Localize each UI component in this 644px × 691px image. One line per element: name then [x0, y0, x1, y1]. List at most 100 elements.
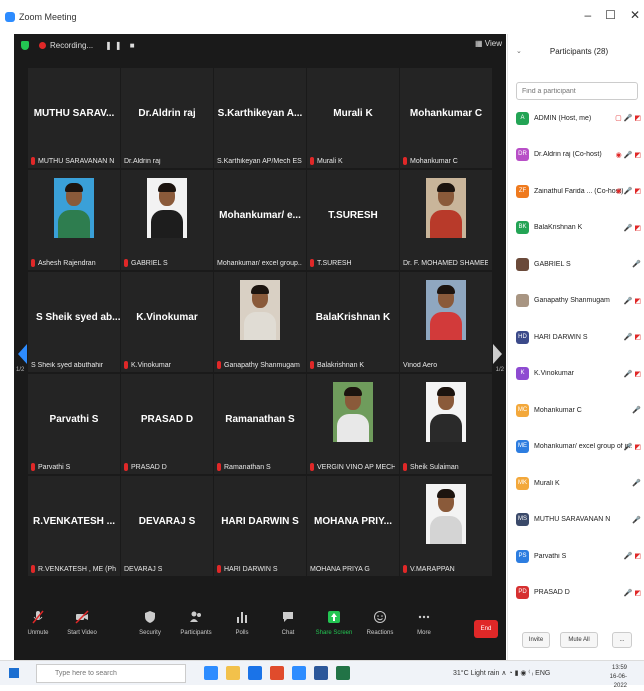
- security-button[interactable]: Security: [128, 610, 172, 636]
- tile-display-name: Dr.Aldrin raj: [138, 108, 196, 119]
- participant-video-tile[interactable]: Parvathi S Parvathi S: [28, 374, 120, 474]
- participant-video-tile[interactable]: PRASAD D PRASAD D: [121, 374, 213, 474]
- participant-video-tile[interactable]: Murali K Murali K: [307, 68, 399, 168]
- reactions-button[interactable]: Reactions: [358, 610, 402, 636]
- next-page-arrow-icon[interactable]: [493, 344, 502, 364]
- taskbar-search-input[interactable]: [36, 664, 186, 683]
- participant-video-tile[interactable]: S Sheik syed ab... S Sheik syed abuthahir: [28, 272, 120, 372]
- task-view-icon[interactable]: [204, 666, 218, 680]
- participant-video-tile[interactable]: Ashesh Rajendran: [28, 170, 120, 270]
- share-screen-button[interactable]: Share Screen: [312, 610, 356, 636]
- start-video-button[interactable]: Start Video: [60, 610, 104, 636]
- participant-list-item[interactable]: A ADMIN (Host, me) ▢ 🎤 ◩: [508, 106, 644, 130]
- view-label: View: [484, 39, 502, 48]
- participant-list-item[interactable]: MS MUTHU SARAVANAN N 🎤: [508, 508, 644, 532]
- system-tray[interactable]: 31°C Light rain ∧ ◔ ▮ ◉ ⁽ ᵢ ENG: [453, 669, 550, 677]
- participants-button[interactable]: Participants: [174, 610, 218, 636]
- word-icon[interactable]: [314, 666, 328, 680]
- participant-video-tile[interactable]: BalaKrishnan K Balakrishnan K: [307, 272, 399, 372]
- close-button[interactable]: ✕: [630, 8, 640, 22]
- participant-list-item[interactable]: ME Mohankumar/ excel group of in... 🎤 ◩: [508, 435, 644, 459]
- participant-video-tile[interactable]: V.MARAPPAN: [400, 476, 492, 576]
- participant-video-tile[interactable]: Ganapathy Shanmugam: [214, 272, 306, 372]
- muted-mic-icon: [31, 565, 35, 573]
- participant-video-tile[interactable]: Dr. F. MOHAMED SHAMEER: [400, 170, 492, 270]
- participant-list-item[interactable]: K K.Vinokumar 🎤 ◩: [508, 362, 644, 386]
- polls-button[interactable]: Polls: [220, 610, 264, 636]
- tile-name-label: S.Karthikeyan AP/Mech ESEC: [217, 158, 302, 165]
- participant-video-tile[interactable]: MOHANA PRIY... MOHANA PRIYA G: [307, 476, 399, 576]
- panel-more-button[interactable]: ...: [612, 632, 632, 648]
- chrome-browser-icon[interactable]: [270, 666, 284, 680]
- participant-status-icons: 🎤: [632, 516, 641, 524]
- taskbar-clock[interactable]: 13:59 16-06-2022: [597, 664, 627, 691]
- muted-mic-icon: [31, 259, 35, 267]
- participant-video-tile[interactable]: GABRIEL S: [121, 170, 213, 270]
- participant-video-tile[interactable]: S.Karthikeyan A... S.Karthikeyan AP/Mech …: [214, 68, 306, 168]
- view-button[interactable]: ▦ View: [475, 39, 502, 48]
- participants-panel-title: Participants (28): [549, 46, 609, 56]
- participant-status-icons: ◉ 🎤 ◩: [615, 188, 641, 195]
- participant-avatar: PS: [516, 549, 529, 563]
- tile-display-name: MUTHU SARAV...: [33, 108, 115, 119]
- participant-name: PRASAD D: [534, 589, 570, 596]
- recording-controls[interactable]: ❚❚ ■: [105, 41, 137, 50]
- clock-time: 13:59: [611, 665, 627, 671]
- participant-name: Dr.Aldrin raj (Co-host): [534, 151, 602, 158]
- participant-list-item[interactable]: HD HARI DARWIN S 🎤 ◩: [508, 325, 644, 349]
- more-dots-icon: [418, 615, 430, 619]
- participant-video-tile[interactable]: K.Vinokumar K.Vinokumar: [121, 272, 213, 372]
- participant-status-icons: 🎤 ◩: [623, 443, 641, 451]
- participant-video-tile[interactable]: VERGIN VINO AP MECH PS...: [307, 374, 399, 474]
- find-participant-input[interactable]: [516, 82, 638, 100]
- participant-list-item[interactable]: GABRIEL S 🎤: [508, 252, 644, 276]
- invite-button[interactable]: Invite: [522, 632, 550, 648]
- maximize-button[interactable]: ☐: [605, 8, 616, 22]
- participant-photo: [426, 178, 466, 238]
- participant-video-tile[interactable]: HARI DARWIN S HARI DARWIN S: [214, 476, 306, 576]
- edge-browser-icon[interactable]: [248, 666, 262, 680]
- participant-video-tile[interactable]: Sheik Sulaiman: [400, 374, 492, 474]
- tile-display-name: Parvathi S: [49, 414, 99, 425]
- windows-start-icon[interactable]: [9, 668, 19, 678]
- unmute-button[interactable]: Unmute: [16, 610, 60, 636]
- participant-video-tile[interactable]: R.VENKATESH ... R.VENKATESH , ME (PhD): [28, 476, 120, 576]
- participant-video-tile[interactable]: DEVARAJ S DEVARAJ S: [121, 476, 213, 576]
- mute-all-button[interactable]: Mute All: [560, 632, 598, 648]
- participant-list-item[interactable]: DR Dr.Aldrin raj (Co-host) ◉ 🎤 ◩: [508, 143, 644, 167]
- participant-name: K.Vinokumar: [534, 370, 574, 377]
- polls-label: Polls: [235, 630, 249, 636]
- muted-microphone-icon: [32, 610, 44, 624]
- participant-list-item[interactable]: MC Mohankumar C 🎤: [508, 398, 644, 422]
- more-button[interactable]: More: [402, 610, 446, 636]
- participant-photo: [147, 178, 187, 238]
- encryption-shield-icon[interactable]: [21, 40, 29, 50]
- chat-bubble-icon: [283, 612, 293, 622]
- participant-video-tile[interactable]: T.SURESH T.SURESH: [307, 170, 399, 270]
- meeting-top-strip: Recording... ❚❚ ■ ▦ View: [14, 34, 506, 56]
- participant-list-item[interactable]: PD PRASAD D 🎤 ◩: [508, 581, 644, 605]
- file-explorer-icon[interactable]: [226, 666, 240, 680]
- participant-video-tile[interactable]: Dr.Aldrin raj Dr.Aldrin raj: [121, 68, 213, 168]
- chat-button[interactable]: Chat: [266, 610, 310, 636]
- excel-icon[interactable]: [336, 666, 350, 680]
- participant-video-tile[interactable]: Mohankumar C Mohankumar C: [400, 68, 492, 168]
- participant-list-item[interactable]: MK Murali K 🎤: [508, 471, 644, 495]
- participant-avatar: MK: [516, 476, 529, 490]
- participant-list-item[interactable]: ZF Zainathul Farida ... (Co-host) ◉ 🎤 ◩: [508, 179, 644, 203]
- zoom-taskbar-icon[interactable]: [292, 666, 306, 680]
- participant-avatar: A: [516, 111, 529, 125]
- collapse-chevron-icon[interactable]: ⌄: [516, 47, 522, 55]
- end-meeting-button[interactable]: End: [474, 620, 498, 638]
- participant-list-item[interactable]: BK BalaKrishnan K 🎤 ◩: [508, 216, 644, 240]
- minimize-button[interactable]: –: [584, 8, 591, 22]
- participant-list-item[interactable]: PS Parvathi S 🎤 ◩: [508, 544, 644, 568]
- participant-video-tile[interactable]: Ramanathan S Ramanathan S: [214, 374, 306, 474]
- participant-list-item[interactable]: Ganapathy Shanmugam 🎤 ◩: [508, 289, 644, 313]
- previous-page-arrow-icon[interactable]: [18, 344, 27, 364]
- participant-video-tile[interactable]: Vinod Aero: [400, 272, 492, 372]
- participant-video-tile[interactable]: MUTHU SARAV... MUTHU SARAVANAN N: [28, 68, 120, 168]
- share-screen-label: Share Screen: [315, 630, 353, 636]
- tile-label-text: Sheik Sulaiman: [410, 463, 459, 471]
- participant-video-tile[interactable]: Mohankumar/ e... Mohankumar/ excel group.…: [214, 170, 306, 270]
